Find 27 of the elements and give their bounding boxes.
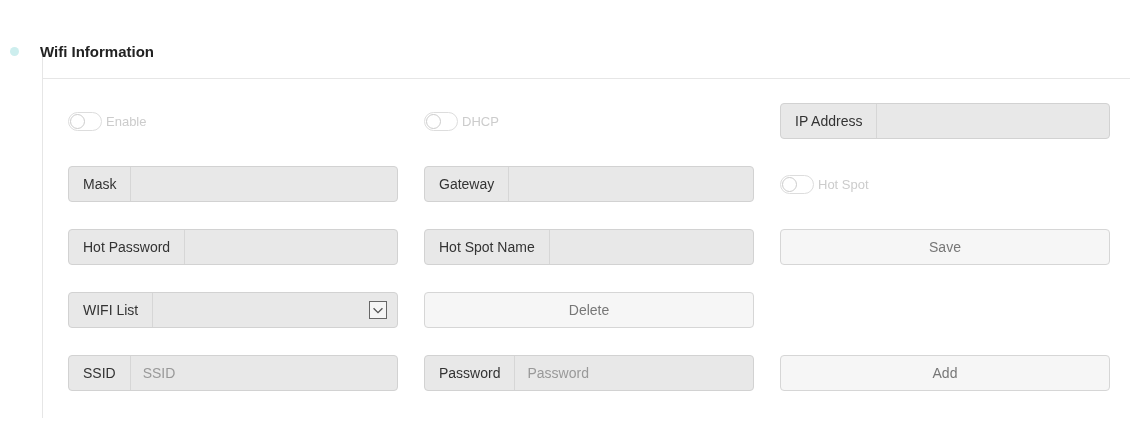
caret-icon [369, 301, 387, 319]
input-field[interactable]: Password Password [424, 355, 754, 391]
field-label: Password [425, 356, 516, 390]
field-label: SSID [69, 356, 131, 390]
toggle-switch[interactable] [780, 174, 814, 194]
input-field[interactable]: Hot Password [68, 229, 398, 265]
toggle-switch[interactable] [68, 111, 102, 131]
field-label: Hot Spot Name [425, 230, 550, 264]
input-field[interactable]: IP Address [780, 103, 1110, 139]
input-field[interactable]: Mask [68, 166, 398, 202]
section-title: Wifi Information [40, 42, 155, 60]
field-label: IP Address [781, 104, 878, 138]
text-input[interactable]: SSID [130, 356, 397, 390]
action-button[interactable]: Add [780, 355, 1110, 391]
action-button[interactable]: Delete [424, 292, 754, 328]
select-field[interactable]: WIFI List [68, 292, 398, 328]
input-field[interactable]: Hot Spot Name [424, 229, 754, 265]
field-label: Mask [69, 167, 132, 201]
input-field[interactable]: SSID SSID [68, 355, 398, 391]
section-dot-icon [10, 46, 19, 56]
text-input[interactable]: Password [515, 356, 753, 390]
field-label: WIFI List [69, 293, 154, 327]
input-field[interactable]: Gateway [424, 166, 754, 202]
field-label: Gateway [425, 167, 510, 201]
action-button[interactable]: Save [780, 229, 1110, 265]
toggle-switch[interactable] [424, 111, 458, 131]
field-label: Hot Password [69, 230, 186, 264]
